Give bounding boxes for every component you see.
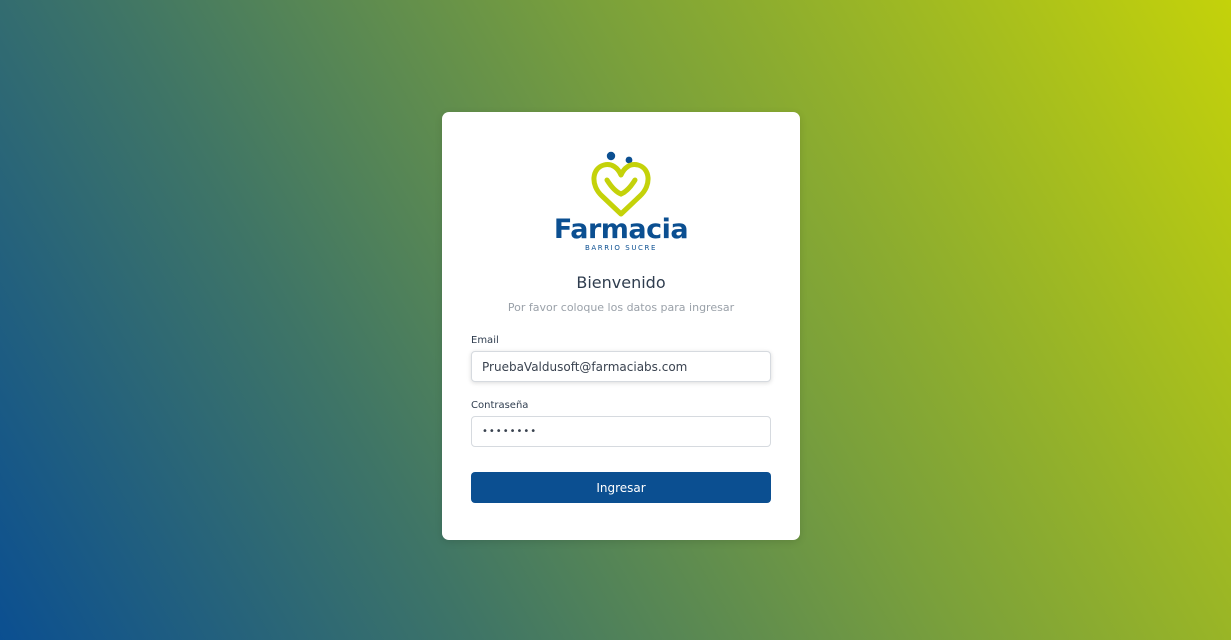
password-label: Contraseña [471,400,529,411]
page-subtitle: Por favor coloque los datos para ingresa… [507,301,735,314]
brand-tagline: BARRIO SUCRE [584,244,658,252]
brand-name: Farmacia [553,214,689,245]
password-field[interactable] [471,416,771,447]
brand-logo: Farmacia BARRIO SUCRE [442,148,800,258]
email-field[interactable] [471,351,771,382]
email-label: Email [471,335,499,346]
page-title: Bienvenido [576,273,666,292]
heart-family-icon [591,151,651,217]
login-button[interactable]: Ingresar [471,472,771,503]
login-card: Farmacia BARRIO SUCRE Bienvenido Por fav… [442,112,800,540]
